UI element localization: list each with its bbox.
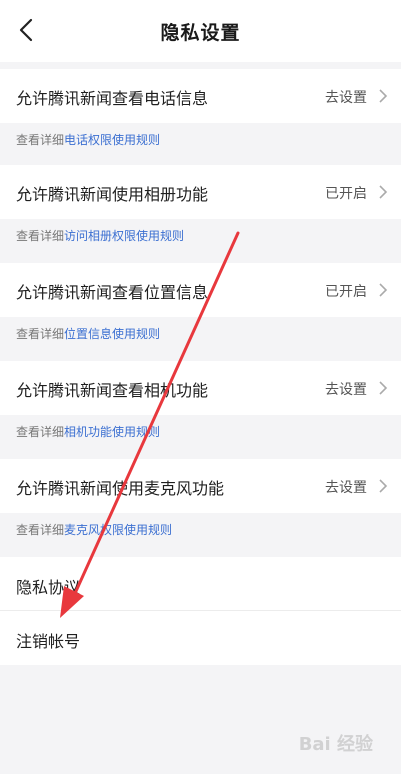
setting-label: 允许腾讯新闻查看电话信息: [16, 89, 209, 108]
hint-link-album-rules[interactable]: 访问相册权限使用规则: [64, 229, 184, 243]
chevron-right-icon: [379, 381, 388, 395]
chevron-right-icon: [379, 479, 388, 493]
hint-link-phone-rules[interactable]: 电话权限使用规则: [64, 133, 160, 147]
setting-hint-camera: 查看详细相机功能使用规则: [0, 415, 401, 457]
setting-status: 已开启: [325, 186, 367, 202]
hint-link-microphone-rules[interactable]: 麦克风权限使用规则: [64, 523, 172, 537]
watermark-logo: Bai 经验: [298, 734, 373, 755]
header: 隐私设置: [0, 0, 401, 62]
setting-hint-phone: 查看详细电话权限使用规则: [0, 123, 401, 165]
setting-hint-album: 查看详细访问相册权限使用规则: [0, 219, 401, 261]
setting-label: 允许腾讯新闻查看位置信息: [16, 283, 209, 302]
cancel-account-row[interactable]: 注销帐号: [0, 611, 401, 665]
setting-row-phone[interactable]: 允许腾讯新闻查看电话信息 去设置: [0, 69, 401, 123]
setting-status: 去设置: [325, 382, 367, 398]
setting-status: 去设置: [325, 90, 367, 106]
setting-status: 已开启: [325, 284, 367, 300]
setting-row-microphone[interactable]: 允许腾讯新闻使用麦克风功能 去设置: [0, 459, 401, 513]
chevron-right-icon: [379, 89, 388, 103]
privacy-agreement-label: 隐私协议: [16, 578, 81, 597]
hint-prefix: 查看详细: [16, 523, 65, 537]
chevron-right-icon: [379, 185, 388, 199]
hint-link-camera-rules[interactable]: 相机功能使用规则: [64, 425, 160, 439]
setting-status: 去设置: [325, 480, 367, 496]
setting-row-location[interactable]: 允许腾讯新闻查看位置信息 已开启: [0, 263, 401, 317]
page-title: 隐私设置: [160, 22, 241, 44]
hint-prefix: 查看详细: [16, 327, 65, 341]
hint-prefix: 查看详细: [16, 133, 65, 147]
cancel-account-label: 注销帐号: [16, 632, 81, 651]
setting-row-album[interactable]: 允许腾讯新闻使用相册功能 已开启: [0, 165, 401, 219]
setting-label: 允许腾讯新闻使用相册功能: [16, 185, 209, 204]
hint-link-location-rules[interactable]: 位置信息使用规则: [64, 327, 160, 341]
setting-hint-microphone: 查看详细麦克风权限使用规则: [0, 513, 401, 555]
hint-prefix: 查看详细: [16, 425, 65, 439]
chevron-right-icon: [379, 283, 388, 297]
setting-label: 允许腾讯新闻查看相机功能: [16, 381, 209, 400]
setting-hint-location: 查看详细位置信息使用规则: [0, 317, 401, 359]
setting-label: 允许腾讯新闻使用麦克风功能: [16, 479, 225, 498]
privacy-agreement-row[interactable]: 隐私协议: [0, 557, 401, 611]
setting-row-camera[interactable]: 允许腾讯新闻查看相机功能 去设置: [0, 361, 401, 415]
hint-prefix: 查看详细: [16, 229, 65, 243]
